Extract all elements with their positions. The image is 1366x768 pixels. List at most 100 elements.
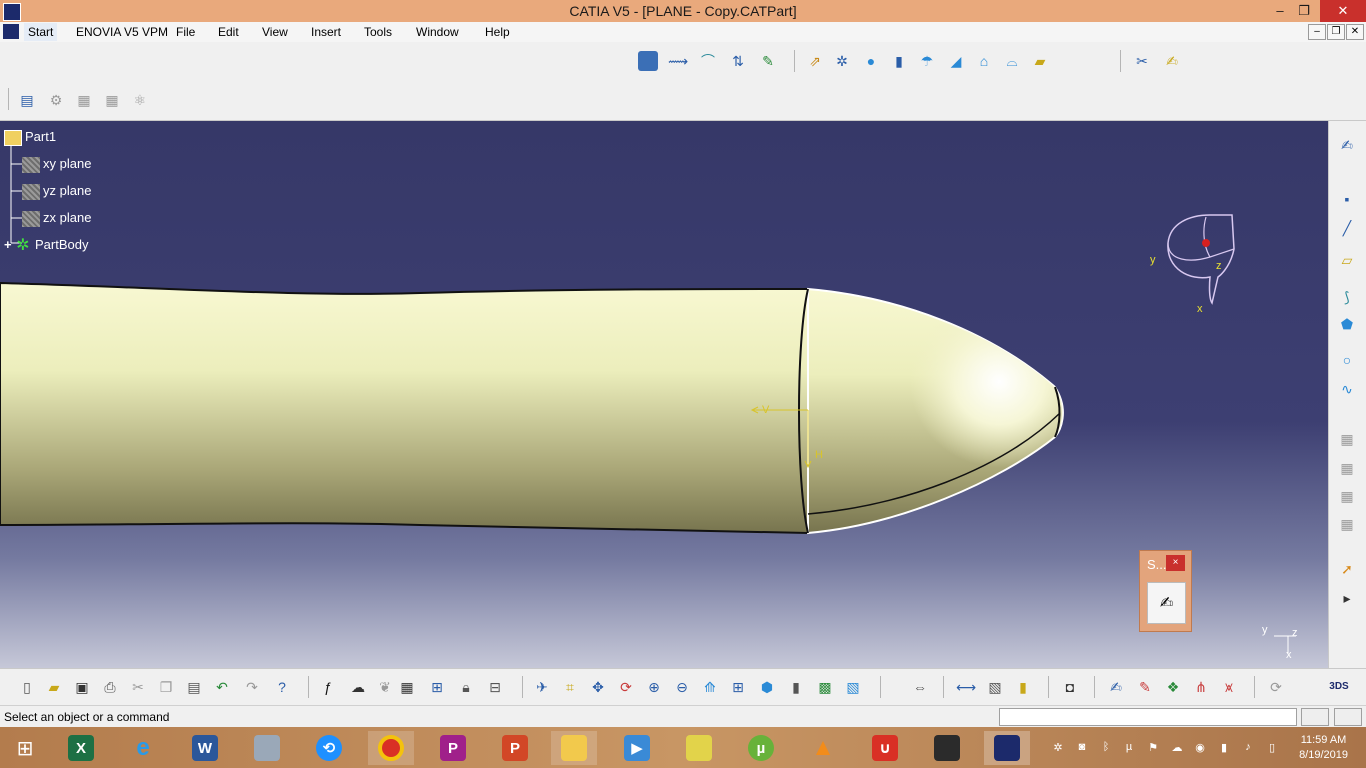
properties-icon[interactable]: ▤ [17,90,37,110]
tray-chrome-icon[interactable]: ◉ [1193,741,1207,755]
command-history-button[interactable] [1301,708,1329,726]
line-icon[interactable]: ╱ [1337,218,1357,238]
menu-start[interactable]: Start [24,23,58,41]
tree-item-part1[interactable]: Part1 [4,129,56,146]
tray-clock[interactable]: 11:59 AM 8/19/2019 [1299,733,1348,763]
connect-checker-icon[interactable]: ✍ [1106,677,1126,697]
pan-icon[interactable]: ✥ [588,677,608,697]
tree-item-yz-plane[interactable]: yz plane [22,183,91,200]
curvature-icon[interactable]: ❖ [1163,677,1183,697]
formula-icon[interactable]: ƒ [318,677,338,697]
lock-icon[interactable]: 🔒︎ [456,677,476,697]
tree-item-partbody[interactable]: + ✲ PartBody [4,237,88,254]
zoom-in-icon[interactable]: ⊕ [644,677,664,697]
doc-close-button[interactable]: ✕ [1346,24,1364,40]
tray-utorrent-icon[interactable]: µ [1122,741,1136,755]
porcupine-icon[interactable]: ⋔ [1191,677,1211,697]
fly-mode-icon[interactable]: ✈ [532,677,552,697]
taskbar-powerpoint[interactable]: P [492,731,538,765]
taskbar-media[interactable] [924,731,970,765]
fit-all-icon[interactable]: ⌗ [560,677,580,697]
normal-view-icon[interactable]: ⟰ [700,677,720,697]
split-icon[interactable]: ▦ [1337,486,1357,506]
save-icon[interactable]: ▣ [72,677,92,697]
assemble-icon[interactable]: ▦ [1337,458,1357,478]
taskbar-monitor[interactable] [244,731,290,765]
doc-restore-button[interactable]: ❐ [1327,24,1345,40]
volume-icon[interactable]: ♪ [1241,741,1255,755]
menu-edit[interactable]: Edit [218,25,239,39]
trim-icon[interactable]: ✎ [758,51,778,71]
iso-view-icon[interactable]: ⬢ [757,677,777,697]
circle-icon[interactable]: ○ [1337,350,1357,370]
fillet-icon[interactable]: ⌒ [698,51,718,71]
blend-icon[interactable]: ⌂ [974,51,994,71]
close-button[interactable]: ✕ [1320,0,1366,22]
tray-antivirus-icon[interactable]: ◙ [1075,741,1089,755]
knowledge-icon[interactable]: ☁ [348,677,368,697]
3d-viewport[interactable]: V H y z x Part1 xy plane yz plane zx pla… [0,121,1328,668]
taskbar-file-explorer[interactable] [551,731,597,765]
fill-icon[interactable]: ▰ [1030,51,1050,71]
camera-icon[interactable]: ◘ [1060,677,1080,697]
onedrive-icon[interactable]: ☁ [1170,741,1184,755]
catalog-icon[interactable]: ⚛ [130,90,150,110]
select-arrow-icon[interactable]: ➚ [1337,559,1357,579]
cut-icon[interactable]: ✂ [128,677,148,697]
offset-icon[interactable]: ⌓ [1002,51,1022,71]
windows-start-button[interactable]: ⊞ [2,731,48,765]
whats-this-icon[interactable]: ? [272,677,292,697]
layer-icon[interactable]: ▦ [102,90,122,110]
taskbar-catia[interactable] [984,731,1030,765]
surface-analysis-icon[interactable]: ✍ [1162,51,1182,71]
tray-flag-icon[interactable]: ⚑ [1146,741,1160,755]
document-icon[interactable] [3,24,19,39]
extract-icon[interactable] [638,51,658,71]
table-icon[interactable]: ▦ [397,677,417,697]
rotate-icon[interactable]: ⟳ [616,677,636,697]
cylinder-icon[interactable]: ▮ [889,51,909,71]
remove-icon[interactable]: ▦ [1337,514,1357,534]
measure-inertia-icon[interactable]: ▧ [985,677,1005,697]
menu-tools[interactable]: Tools [364,25,392,39]
curvature-comb-icon[interactable]: ⩙ [1219,677,1239,697]
command-input[interactable] [999,708,1297,726]
tree-item-zx-plane[interactable]: zx plane [22,210,91,227]
zoom-out-icon[interactable]: ⊖ [672,677,692,697]
sweep-icon[interactable]: ☂ [917,51,937,71]
render-style-icon[interactable]: ▮ [786,677,806,697]
menu-enovia[interactable]: ENOVIA V5 VPM [76,25,168,39]
sketcher-toolbar-close-button[interactable]: × [1166,555,1185,571]
tree-item-xy-plane[interactable]: xy plane [22,156,91,173]
more-arrow-icon[interactable]: ▸ [1337,588,1357,608]
expand-plus-icon[interactable]: + [4,237,14,252]
measure-item-icon[interactable]: ⟷ [956,677,976,697]
new-file-icon[interactable]: ▯ [17,677,37,697]
menu-view[interactable]: View [262,25,288,39]
bluetooth-icon[interactable]: ᛒ [1099,741,1113,755]
hide-icon[interactable]: ▩ [815,677,835,697]
command-clear-button[interactable] [1334,708,1362,726]
taskbar-chrome[interactable] [368,731,414,765]
intersection-icon[interactable]: ⬟ [1337,314,1357,334]
taskbar-word[interactable]: W [182,731,228,765]
helix-icon[interactable]: ✲ [832,51,852,71]
taskbar-ie[interactable]: e [120,731,166,765]
swap-space-icon[interactable]: ▧ [843,677,863,697]
maximize-button[interactable]: ❐ [1289,0,1319,22]
update-icon[interactable]: ⟳ [1266,677,1286,697]
point-icon[interactable]: ▪ [1337,189,1357,209]
taskbar-picsart[interactable]: P [430,731,476,765]
taskbar-utorrent[interactable]: µ [738,731,784,765]
boolean-icon[interactable]: ▦ [1337,429,1357,449]
undo-icon[interactable]: ↶ [212,677,232,697]
law-icon[interactable]: ❦ [375,677,395,697]
menu-file[interactable]: File [176,25,195,39]
sphere-icon[interactable]: ● [861,51,881,71]
projection-icon[interactable]: ⟆ [1337,287,1357,307]
taskbar-vlc[interactable]: ▲ [800,731,846,765]
taskbar-share[interactable]: ⟲ [306,731,352,765]
tray-colorful-icon[interactable]: ✲ [1051,741,1065,755]
draft-analysis-icon[interactable]: ✎ [1135,677,1155,697]
mass-icon[interactable]: ▮ [1013,677,1033,697]
